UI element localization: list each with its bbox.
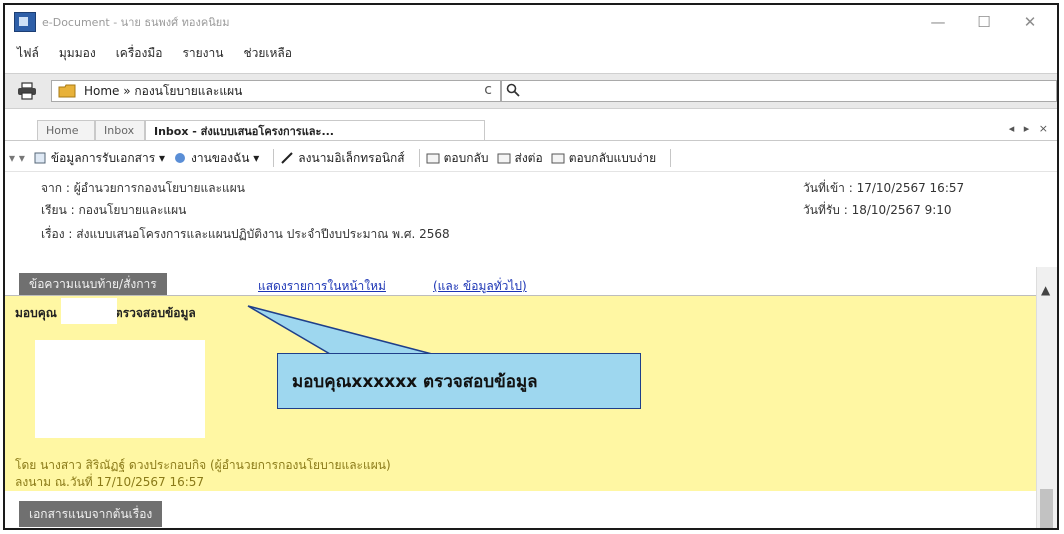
forward-icon — [497, 153, 510, 164]
e-signature-button[interactable]: ลงนามอิเล็กทรอนิกส์ — [280, 149, 405, 168]
note-prefix: มอบคุณ — [15, 306, 57, 320]
quick-reply-icon — [551, 153, 565, 164]
accepted-date: วันที่รับ : 18/10/2567 9:10 — [803, 203, 952, 217]
search-input[interactable] — [501, 80, 1057, 102]
my-tasks-label: งานของฉัน ▾ — [190, 150, 260, 165]
tab-inbox[interactable]: Inbox — [95, 120, 145, 140]
search-icon — [506, 83, 520, 97]
receive-info-label: ข้อมูลการรับเอกสาร ▾ — [50, 150, 165, 165]
toolbar-divider — [273, 149, 275, 167]
app-logo-icon — [14, 12, 36, 32]
section-tab-origin-attachments[interactable]: เอกสารแนบจากต้นเรื่อง — [19, 501, 163, 527]
tab-navigation[interactable]: ◂ ▸ × — [1009, 122, 1051, 135]
forward-label: ส่งต่อ — [514, 150, 543, 165]
refresh-icon[interactable]: c — [484, 82, 492, 98]
close-button[interactable]: ✕ — [1007, 5, 1053, 39]
callout-annotation: มอบคุณxxxxxx ตรวจสอบข้อมูล — [277, 353, 641, 409]
menu-file[interactable]: ไฟล์ — [17, 44, 39, 63]
tab-home[interactable]: Home — [37, 120, 95, 140]
note-suffix: ตรวจสอบข้อมูล — [114, 306, 196, 320]
maximize-button[interactable]: ☐ — [961, 5, 1007, 39]
address-toolbar: Home » กองนโยบายและแผน c — [5, 73, 1057, 109]
menu-bar: ไฟล์ มุมมอง เครื่องมือ รายงาน ช่วยเหลือ — [5, 41, 1057, 65]
minimize-button[interactable]: — — [915, 5, 961, 39]
quick-reply-label: ตอบกลับแบบง่าย — [568, 150, 657, 165]
folder-icon — [58, 84, 76, 98]
section-header: ข้อความแนบท้าย/สั่งการ แสดงรายการในหน้าใ… — [5, 267, 1057, 296]
tasks-icon — [174, 153, 185, 163]
message-header: จาก : ผู้อำนวยการกองนโยบายและแผน เรียน :… — [5, 173, 1057, 263]
window-controls: — ☐ ✕ — [915, 5, 1053, 39]
toolbar-divider — [418, 149, 420, 167]
document-icon — [34, 152, 46, 164]
reply-label: ตอบกลับ — [443, 150, 489, 165]
vertical-scrollbar[interactable]: ▲ — [1036, 267, 1057, 528]
note-signed-date: ลงนาม ณ.วันที่ 17/10/2567 16:57 — [15, 475, 205, 489]
reply-button[interactable]: ตอบกลับ — [426, 149, 489, 168]
scrollbar-thumb[interactable] — [1040, 489, 1053, 528]
address-path: Home » กองนโยบายและแผน — [84, 83, 243, 98]
menu-reports[interactable]: รายงาน — [182, 44, 223, 63]
reply-icon — [426, 153, 440, 164]
scroll-up-icon[interactable]: ▲ — [1041, 283, 1050, 297]
callout-text: มอบคุณxxxxxx ตรวจสอบข้อมูล — [292, 371, 538, 392]
quick-reply-button[interactable]: ตอบกลับแบบง่าย — [551, 149, 656, 168]
subject-field: เรื่อง : ส่งแบบเสนอโครงการและแผนปฏิบัติง… — [41, 227, 450, 241]
menu-help[interactable]: ช่วยเหลือ — [243, 44, 292, 63]
redacted-signature-block — [35, 340, 205, 438]
from-field: จาก : ผู้อำนวยการกองนโยบายและแผน — [41, 181, 246, 195]
tab-inbox-label: Inbox — [104, 124, 135, 137]
action-toolbar: ▾ ▾ ข้อมูลการรับเอกสาร ▾ งานของฉัน ▾ ลงน… — [5, 145, 1057, 172]
my-tasks-button[interactable]: งานของฉัน ▾ — [173, 149, 259, 168]
pen-icon — [281, 152, 293, 164]
to-field: เรียน : กองนโยบายและแผน — [41, 203, 187, 217]
received-date: วันที่เข้า : 17/10/2567 16:57 — [803, 181, 965, 195]
address-bar[interactable]: Home » กองนโยบายและแผน c — [51, 80, 501, 102]
tab-home-label: Home — [46, 124, 79, 137]
toolbar-divider — [670, 149, 672, 167]
menu-tools[interactable]: เครื่องมือ — [116, 44, 163, 63]
tab-inbox-document-label: Inbox - ส่งแบบเสนอโครงการและ... — [154, 124, 334, 138]
menu-view[interactable]: มุมมอง — [59, 44, 96, 63]
app-window: e-Document - นาย ธนพงศ์ ทองคนิยม — ☐ ✕ ไ… — [3, 3, 1059, 530]
receive-info-button[interactable]: ข้อมูลการรับเอกสาร ▾ — [33, 149, 165, 168]
tab-inbox-document[interactable]: Inbox - ส่งแบบเสนอโครงการและ... — [145, 120, 485, 140]
forward-button[interactable]: ส่งต่อ — [497, 149, 543, 168]
window-title: e-Document - นาย ธนพงศ์ ทองคนิยม — [42, 16, 230, 29]
document-tabs: Home Inbox Inbox - ส่งแบบเสนอโครงการและ.… — [5, 118, 1057, 141]
title-bar: e-Document - นาย ธนพงศ์ ทองคนิยม — ☐ ✕ — [5, 5, 1057, 39]
printer-icon[interactable] — [17, 82, 37, 100]
toolbar-dropdown[interactable]: ▾ ▾ — [9, 151, 25, 165]
general-info-link[interactable]: (และ ข้อมูลทั่วไป) — [433, 277, 527, 296]
e-signature-label: ลงนามอิเล็กทรอนิกส์ — [298, 150, 405, 165]
redacted-name-block — [61, 298, 117, 324]
open-in-new-page-link[interactable]: แสดงรายการในหน้าใหม่ — [258, 277, 386, 296]
section-tab-attached-notes[interactable]: ข้อความแนบท้าย/สั่งการ — [19, 273, 167, 295]
